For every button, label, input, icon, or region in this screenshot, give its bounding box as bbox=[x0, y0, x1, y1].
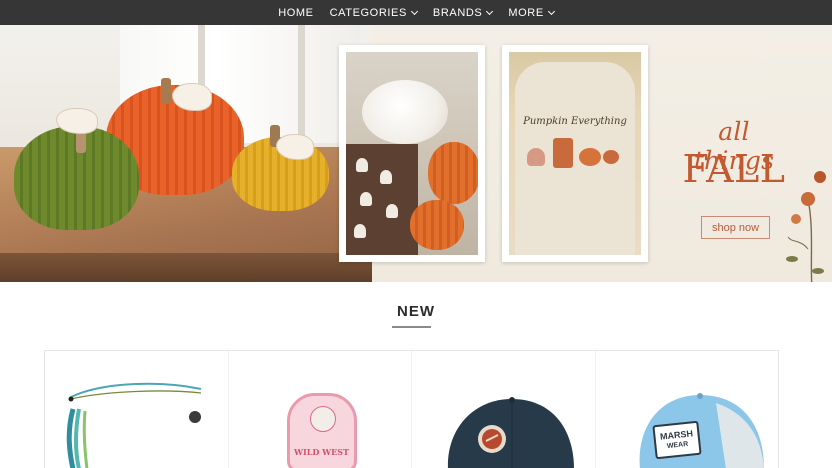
new-section-heading: NEW bbox=[397, 303, 435, 320]
bracelet-product-image[interactable] bbox=[45, 351, 228, 468]
sweatshirt-photo-card: Pumpkin Everything bbox=[502, 45, 648, 262]
nav-item-brands[interactable]: BRANDS bbox=[425, 0, 500, 25]
hero-banner[interactable]: Pumpkin Everything all things FALL shop … bbox=[0, 25, 832, 282]
nav-item-categories[interactable]: CATEGORIES bbox=[322, 0, 425, 25]
cupcake-graphic bbox=[527, 148, 545, 166]
nav-item-label: MORE bbox=[508, 6, 544, 19]
pumpkin-graphic bbox=[579, 148, 601, 166]
nav-item-label: CATEGORIES bbox=[329, 6, 407, 19]
nav-item-more[interactable]: MORE bbox=[500, 0, 561, 25]
sticker-graphic bbox=[309, 406, 336, 432]
sticker-text: WILD WEST bbox=[294, 447, 349, 457]
felt-leaf bbox=[172, 83, 212, 111]
product-card-sticker[interactable]: WILD WEST bbox=[227, 351, 412, 468]
sticker-product-image[interactable]: WILD WEST bbox=[286, 393, 357, 468]
chevron-down-icon bbox=[410, 7, 418, 15]
navy-cap-product-image[interactable] bbox=[412, 351, 595, 468]
product-card-navy-cap[interactable] bbox=[411, 351, 595, 468]
white-pumpkin bbox=[362, 80, 448, 144]
shirt-graphic-text: Pumpkin Everything bbox=[523, 116, 627, 127]
pumpkin-graphic bbox=[603, 150, 619, 164]
nav-item-home[interactable]: HOME bbox=[270, 0, 321, 25]
pumpkins-photo bbox=[0, 25, 372, 282]
top-navigation: HOME CATEGORIES BRANDS MORE bbox=[0, 0, 832, 25]
shop-now-button[interactable]: shop now bbox=[701, 216, 770, 239]
heading-underline bbox=[392, 326, 431, 328]
chevron-down-icon bbox=[486, 7, 494, 15]
product-card-trucker-cap[interactable]: MARSH WEAR bbox=[594, 351, 779, 468]
nav-item-label: HOME bbox=[278, 6, 314, 19]
small-orange-pumpkin bbox=[428, 142, 478, 204]
marsh-wear-patch: MARSH WEAR bbox=[651, 420, 702, 460]
nav-menu: HOME CATEGORIES BRANDS MORE bbox=[270, 0, 562, 25]
felt-leaf bbox=[56, 108, 98, 134]
coffee-cup-graphic bbox=[553, 138, 573, 168]
ghost-pillow bbox=[346, 144, 418, 255]
decor-photo-card bbox=[339, 45, 485, 262]
small-orange-pumpkin bbox=[410, 200, 464, 250]
floral-decoration bbox=[786, 171, 826, 282]
chevron-down-icon bbox=[547, 7, 555, 15]
nav-item-label: BRANDS bbox=[432, 6, 483, 19]
felt-leaf bbox=[276, 134, 314, 160]
product-card-bracelet[interactable] bbox=[45, 351, 228, 468]
promo-headline-line2: FALL bbox=[682, 147, 786, 191]
new-products-grid: WILD WEST MARSH WEAR bbox=[44, 350, 779, 468]
